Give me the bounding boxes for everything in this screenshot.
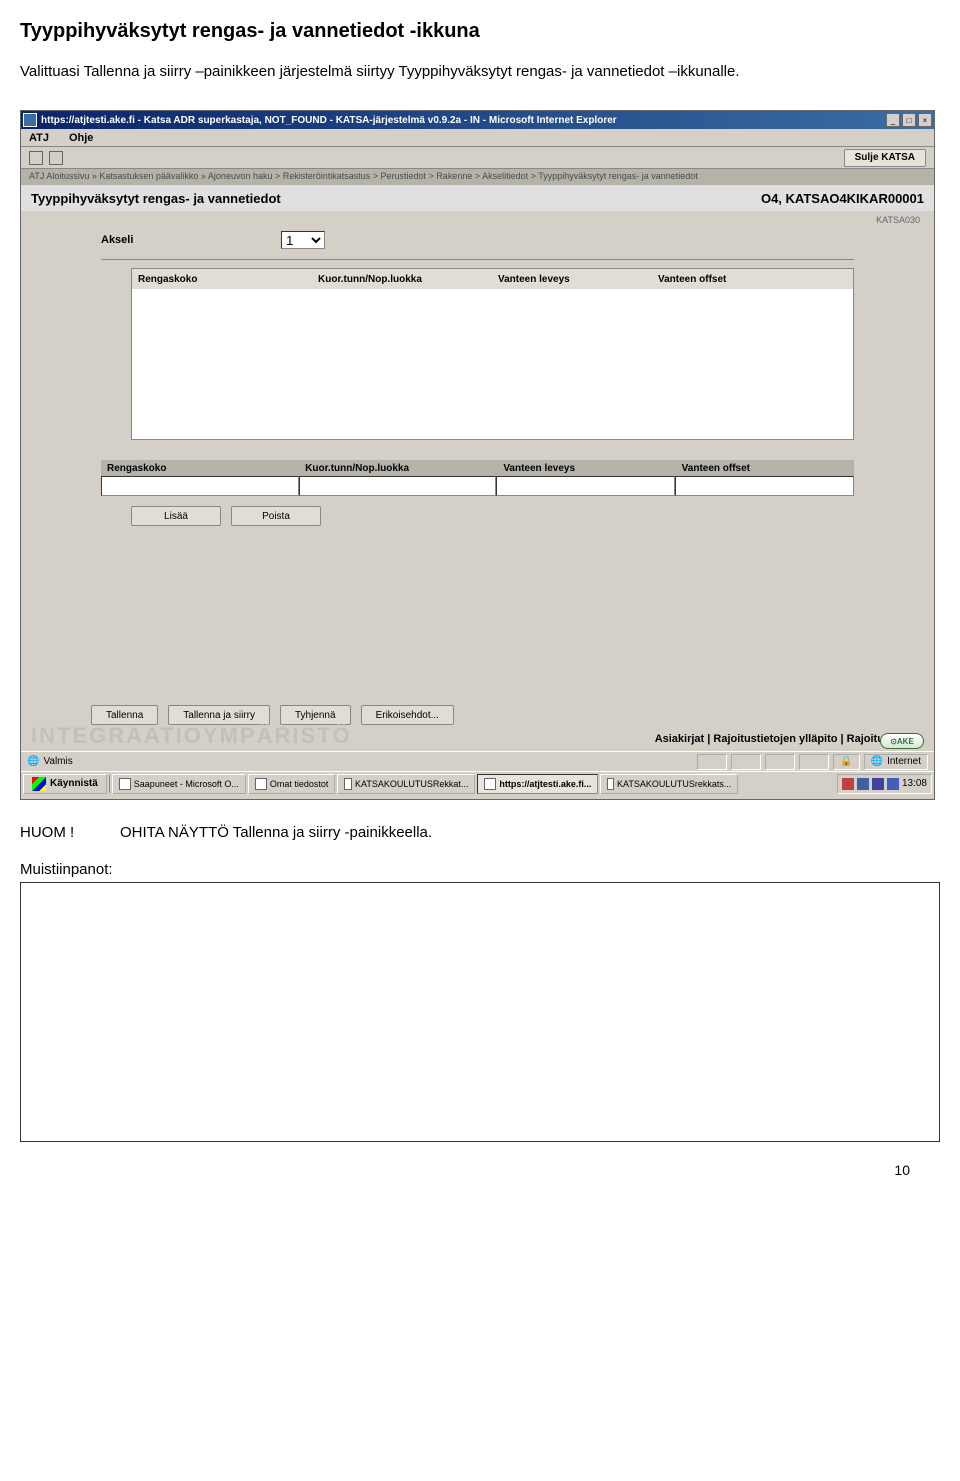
breadcrumb: ATJ Aloitussivu » Katsastuksen päävalikk… <box>21 169 934 185</box>
document-paragraph: Valittuasi Tallenna ja siirry –painikkee… <box>20 63 940 80</box>
ie-task-icon <box>484 778 496 790</box>
statusbar: 🌐 Valmis 🔒 🌐 Internet <box>21 751 934 771</box>
clock: 13:08 <box>902 778 927 789</box>
ake-logo: ⊙AKE <box>880 733 924 749</box>
input-labels-row: Rengaskoko Kuor.tunn/Nop.luokka Vanteen … <box>101 460 854 476</box>
divider <box>101 259 854 260</box>
lisaa-button[interactable]: Lisää <box>131 506 221 526</box>
close-button[interactable]: × <box>918 113 932 127</box>
sulje-katsa-button[interactable]: Sulje KATSA <box>844 149 926 167</box>
erikoisehdot-button[interactable]: Erikoisehdot... <box>361 705 454 725</box>
document-heading: Tyyppihyväksytyt rengas- ja vannetiedot … <box>20 20 940 43</box>
input-offset[interactable] <box>675 476 854 496</box>
status-pane <box>799 754 829 770</box>
back-icon[interactable] <box>29 151 43 165</box>
input-row <box>101 476 854 496</box>
page-title: Tyyppihyväksytyt rengas- ja vannetiedot <box>31 191 281 206</box>
akseli-label: Akseli <box>101 234 281 246</box>
notes-label: Muistiinpanot: <box>20 861 940 878</box>
task-button-active[interactable]: https://atjtesti.ake.fi... <box>477 774 598 794</box>
status-pane-security: 🔒 <box>833 754 859 770</box>
status-pane-zone: 🌐 Internet <box>864 754 928 770</box>
tire-table: Rengaskoko Kuor.tunn/Nop.luokka Vanteen … <box>131 268 854 440</box>
task-button[interactable]: Saapuneet - Microsoft O... <box>112 774 246 794</box>
tray-icon[interactable] <box>857 778 869 790</box>
status-text: Valmis <box>43 756 72 767</box>
maximize-button[interactable]: □ <box>902 113 916 127</box>
ie-icon <box>23 113 37 127</box>
status-pane <box>697 754 727 770</box>
folder-icon <box>255 778 267 790</box>
tray-icon[interactable] <box>887 778 899 790</box>
ie-small-icon: 🌐 <box>27 756 39 767</box>
tray-icon[interactable] <box>842 778 854 790</box>
col-leveys: Vanteen leveys <box>492 274 652 285</box>
status-pane <box>765 754 795 770</box>
windows-icon <box>32 777 46 791</box>
label-leveys: Vanteen leveys <box>497 460 675 476</box>
taskbar: Käynnistä Saapuneet - Microsoft O... Oma… <box>21 771 934 795</box>
input-kuor[interactable] <box>299 476 497 496</box>
word-icon <box>344 778 352 790</box>
window-title: https://atjtesti.ake.fi - Katsa ADR supe… <box>41 115 617 126</box>
page-number: 10 <box>20 1162 940 1178</box>
label-rengaskoko: Rengaskoko <box>101 460 299 476</box>
huom-text: OHITA NÄYTTÖ Tallenna ja siirry -painikk… <box>120 824 432 841</box>
col-kuor: Kuor.tunn/Nop.luokka <box>312 274 492 285</box>
word-icon <box>607 778 614 790</box>
notes-box <box>20 882 940 1142</box>
tallenna-button[interactable]: Tallenna <box>91 705 158 725</box>
tallenna-ja-siirry-button[interactable]: Tallenna ja siirry <box>168 705 270 725</box>
screen-code: KATSA030 <box>876 215 920 225</box>
table-body[interactable] <box>132 289 853 439</box>
window-titlebar: https://atjtesti.ake.fi - Katsa ADR supe… <box>21 111 934 129</box>
stop-icon[interactable] <box>49 151 63 165</box>
table-header-row: Rengaskoko Kuor.tunn/Nop.luokka Vanteen … <box>132 269 853 289</box>
system-tray[interactable]: 13:08 <box>837 774 932 794</box>
watermark: INTEGRAATIOYMPÄRISTÖ <box>31 723 352 749</box>
col-rengaskoko: Rengaskoko <box>132 274 312 285</box>
browser-window: https://atjtesti.ake.fi - Katsa ADR supe… <box>20 110 935 800</box>
input-leveys[interactable] <box>496 476 675 496</box>
task-button[interactable]: KATSAKOULUTUSrekkats... <box>600 774 738 794</box>
poista-button[interactable]: Poista <box>231 506 321 526</box>
minimize-button[interactable]: _ <box>886 113 900 127</box>
status-zone-text: Internet <box>887 756 921 767</box>
globe-icon: 🌐 <box>871 756 883 767</box>
app-menubar: ATJ Ohje <box>21 129 934 147</box>
page-header: Tyyppihyväksytyt rengas- ja vannetiedot … <box>21 185 934 211</box>
content-area: KATSA030 Akseli 1 Rengaskoko Kuor.tunn/N… <box>21 211 934 751</box>
huom-label: HUOM ! <box>20 824 120 841</box>
label-kuor: Kuor.tunn/Nop.luokka <box>299 460 497 476</box>
menu-atj[interactable]: ATJ <box>29 132 49 144</box>
task-button[interactable]: Omat tiedostot <box>248 774 336 794</box>
lock-icon: 🔒 <box>840 756 852 767</box>
page-code: O4, KATSAO4KIKAR00001 <box>761 191 924 206</box>
akseli-select[interactable]: 1 <box>281 231 325 249</box>
tray-icon[interactable] <box>872 778 884 790</box>
toolbar: Sulje KATSA <box>21 147 934 169</box>
input-rengaskoko[interactable] <box>101 476 299 496</box>
col-offset: Vanteen offset <box>652 274 812 285</box>
tyhjenna-button[interactable]: Tyhjennä <box>280 705 351 725</box>
start-button[interactable]: Käynnistä <box>23 774 107 794</box>
status-pane <box>731 754 761 770</box>
menu-ohje[interactable]: Ohje <box>69 132 93 144</box>
label-offset: Vanteen offset <box>676 460 854 476</box>
task-button[interactable]: KATSAKOULUTUSRekkat... <box>337 774 475 794</box>
outlook-icon <box>119 778 131 790</box>
